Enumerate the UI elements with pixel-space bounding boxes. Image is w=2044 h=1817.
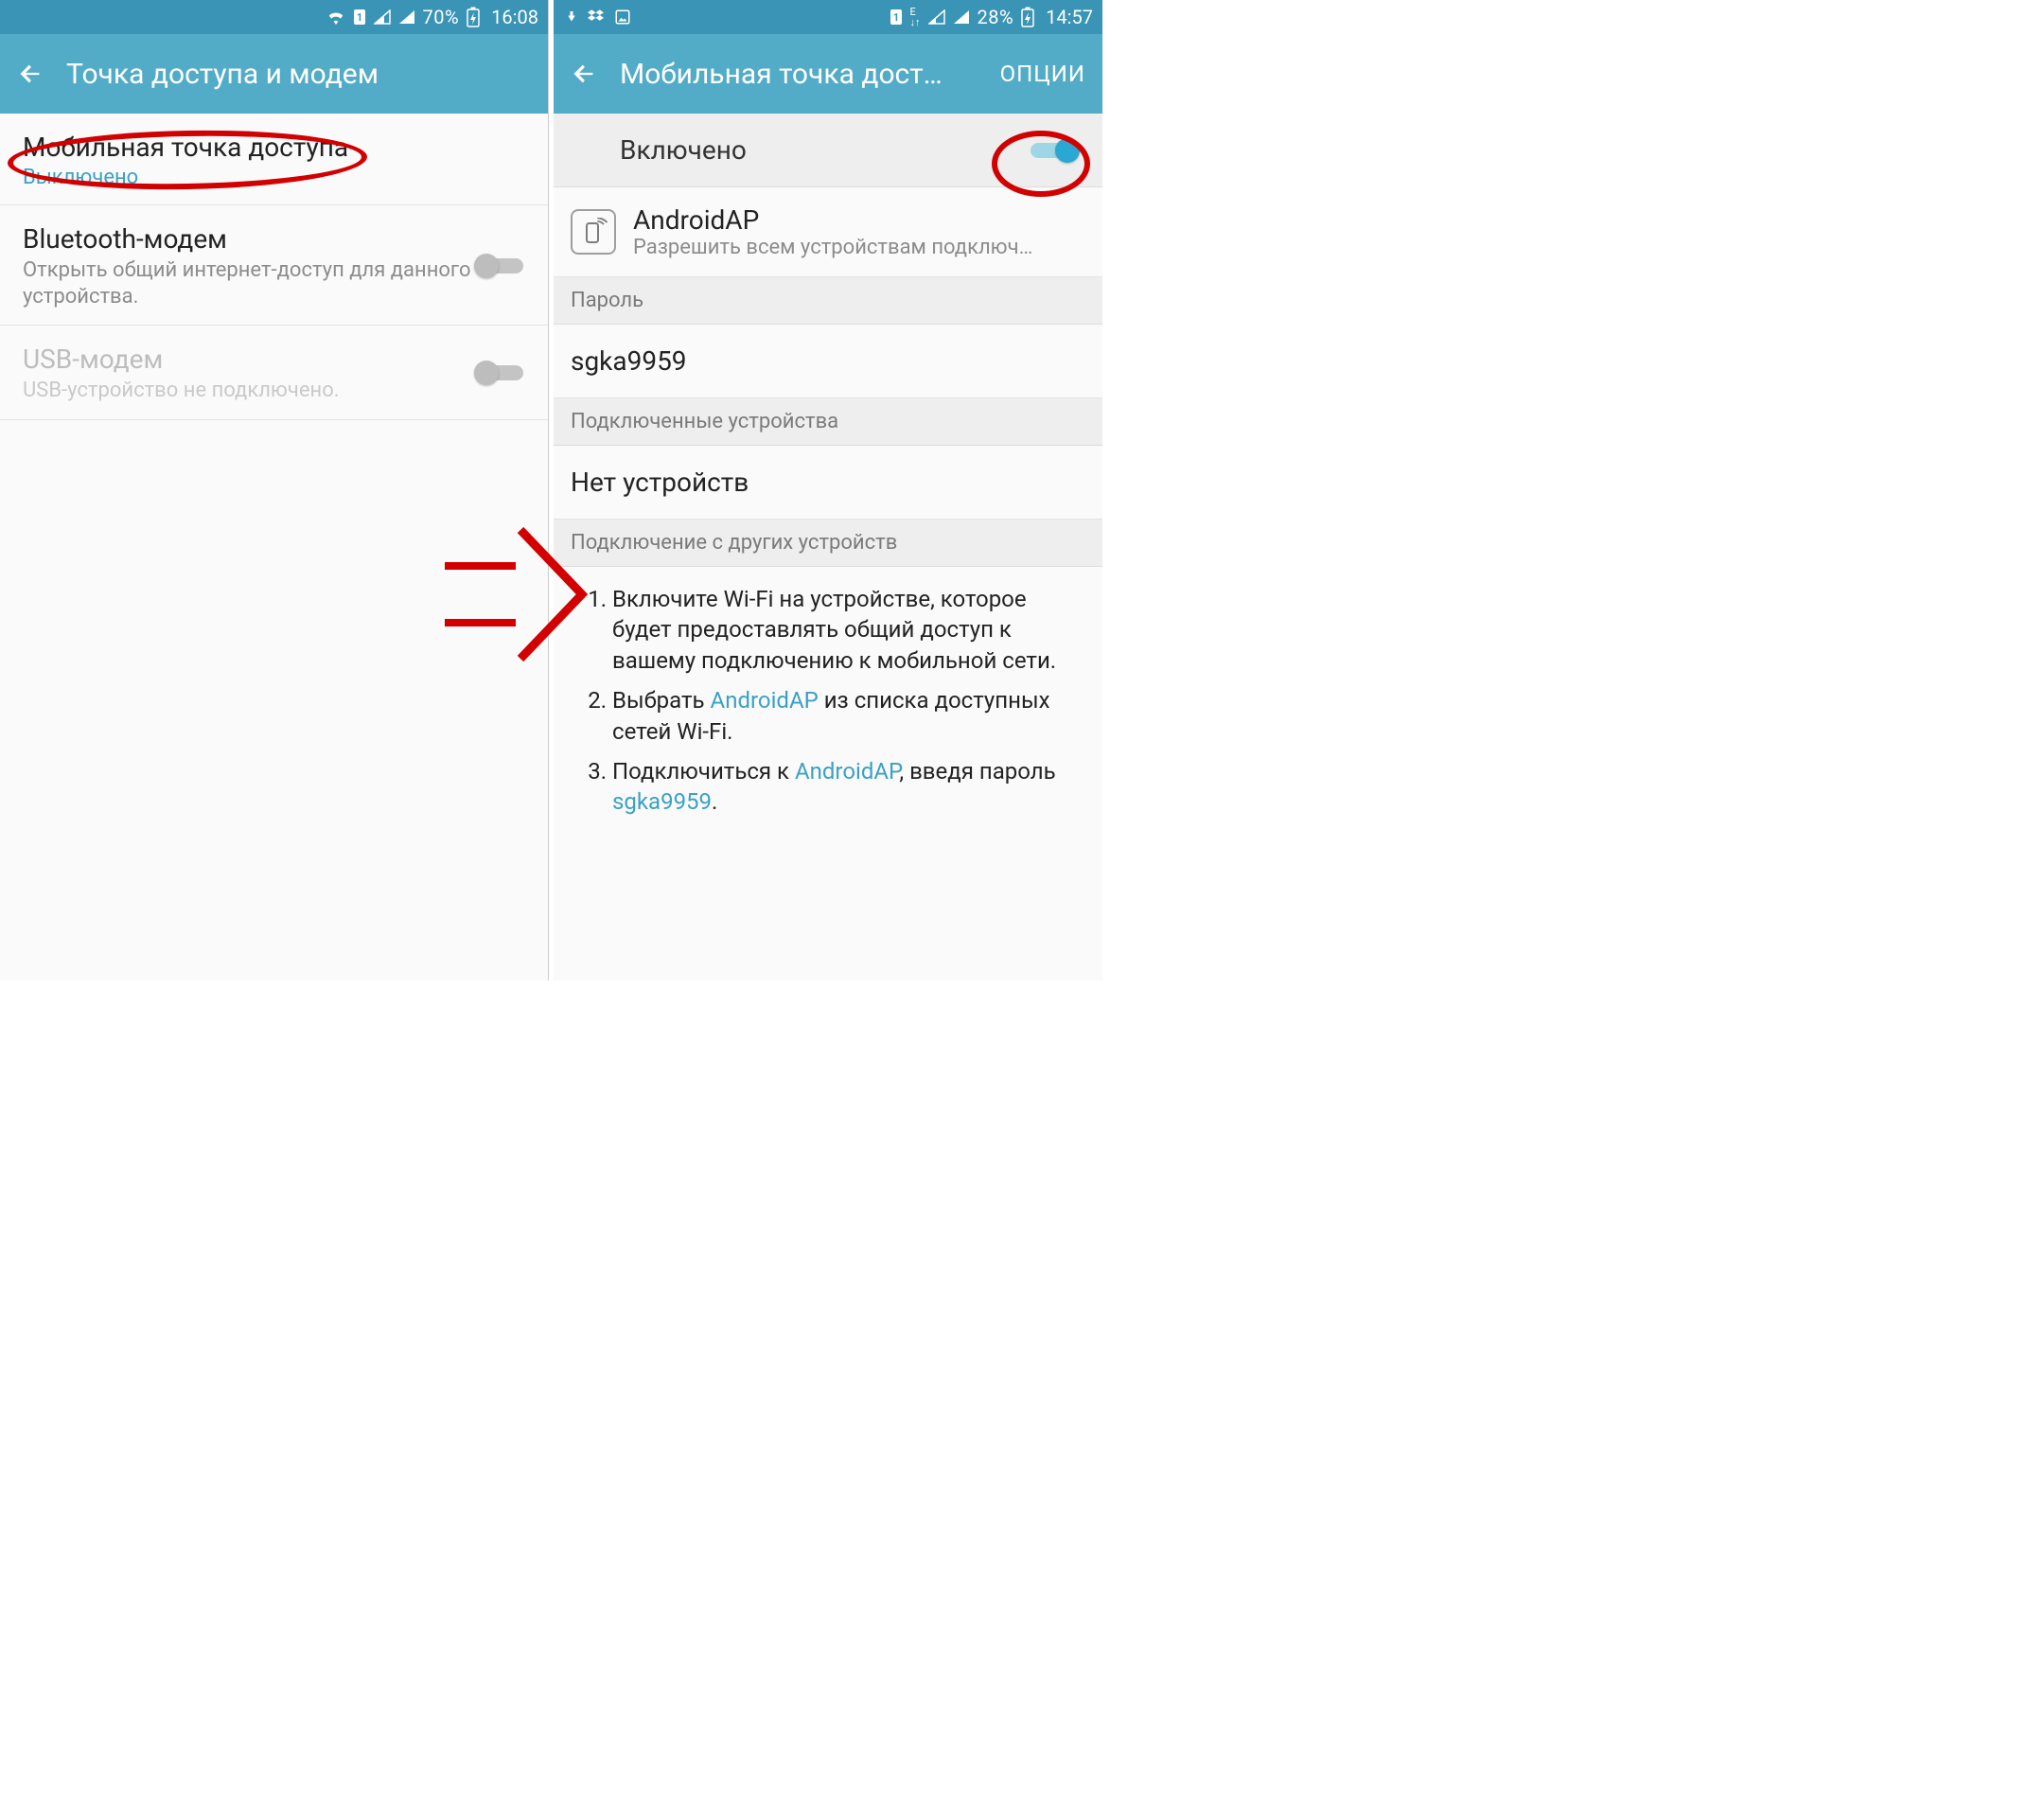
signal2-icon: [398, 9, 415, 25]
item-usb-tether: USB-модем USB-устройство не подключено.: [0, 326, 548, 420]
signal2-icon: [953, 9, 970, 25]
options-action[interactable]: ОПЦИИ: [1000, 61, 1085, 87]
svg-text:1: 1: [356, 11, 361, 24]
wifi-icon: [326, 9, 345, 25]
enable-label: Включено: [576, 134, 1029, 166]
status-bar: 1 E↓↑ 28% 14:57: [554, 0, 1102, 34]
status-bar: 1 70% 16:08: [0, 0, 548, 34]
connection-instructions: Включите Wi-Fi на устройстве, которое бу…: [554, 567, 1102, 848]
ap-description: Разрешить всем устройствам подключ…: [633, 236, 1085, 259]
instruction-text: Подключиться к: [612, 758, 795, 785]
page-title: Мобильная точка дост…: [620, 58, 978, 91]
hotspot-enable-row[interactable]: Включено: [554, 114, 1102, 187]
ap-name-link: AndroidAP: [711, 687, 819, 714]
usb-toggle: [474, 361, 525, 385]
signal-icon: [928, 9, 945, 25]
password-value[interactable]: sgka9959: [554, 325, 1102, 398]
section-connected: Подключенные устройства: [554, 398, 1102, 446]
instruction-text: .: [712, 788, 717, 815]
instruction-text: Включите Wi-Fi на устройстве, которое бу…: [612, 586, 1056, 674]
instruction-step-3: Подключиться к AndroidAP, введя пароль s…: [612, 756, 1082, 818]
battery-percent: 70%: [423, 6, 460, 28]
item-status: Выключено: [23, 166, 525, 189]
hotspot-settings: Включено AndroidAP Разрешить всем устрой…: [554, 114, 1102, 848]
ap-info-row[interactable]: AndroidAP Разрешить всем устройствам под…: [554, 187, 1102, 277]
battery-charging-icon: [467, 7, 480, 27]
back-arrow-icon[interactable]: [571, 61, 597, 87]
bluetooth-toggle[interactable]: [474, 254, 525, 278]
app-bar: Точка доступа и модем: [0, 34, 548, 114]
image-icon: [614, 9, 631, 26]
notification-icon: [563, 9, 580, 26]
sim-icon: 1: [890, 9, 903, 26]
dropbox-icon: [588, 9, 607, 26]
back-arrow-icon[interactable]: [17, 61, 44, 87]
item-mobile-hotspot[interactable]: Мобильная точка доступа Выключено: [0, 114, 548, 205]
app-bar: Мобильная точка дост… ОПЦИИ: [554, 34, 1102, 114]
password-link: sgka9959: [612, 788, 712, 815]
section-password: Пароль: [554, 277, 1102, 325]
item-title: USB-модем: [23, 343, 474, 376]
ap-name: AndroidAP: [633, 204, 1085, 236]
sim-icon: 1: [353, 9, 366, 26]
svg-text:1: 1: [892, 11, 898, 24]
ap-name-link: AndroidAP: [795, 758, 899, 785]
page-title: Точка доступа и модем: [66, 58, 531, 91]
section-howto: Подключение с других устройств: [554, 520, 1102, 567]
phone-screenshot-right: 1 E↓↑ 28% 14:57 Мобильная точка дост… ОП…: [554, 0, 1102, 980]
status-clock: 14:57: [1046, 6, 1093, 28]
instruction-step-1: Включите Wi-Fi на устройстве, которое бу…: [612, 584, 1082, 676]
item-bluetooth-tether[interactable]: Bluetooth-модем Открыть общий интернет-д…: [0, 205, 548, 326]
instruction-text: , введя пароль: [899, 758, 1055, 785]
battery-percent: 28%: [978, 6, 1014, 28]
instruction-step-2: Выбрать AndroidAP из списка доступных се…: [612, 685, 1082, 747]
hotspot-toggle[interactable]: [1029, 138, 1080, 163]
network-type-icon: E↓↑: [910, 7, 921, 27]
item-description: USB-устройство не подключено.: [23, 378, 474, 404]
item-title: Bluetooth-модем: [23, 222, 474, 256]
status-clock: 16:08: [491, 6, 538, 28]
connected-devices-value: Нет устройств: [554, 446, 1102, 520]
hotspot-device-icon: [571, 209, 616, 255]
item-title: Мобильная точка доступа: [23, 131, 525, 164]
instruction-text: Выбрать: [612, 687, 711, 714]
phone-screenshot-left: 1 70% 16:08 Точка доступа и модем Мобиль…: [0, 0, 549, 980]
signal-icon: [374, 9, 391, 25]
battery-charging-icon: [1021, 7, 1034, 27]
item-description: Открыть общий интернет-доступ для данног…: [23, 257, 474, 309]
settings-list: Мобильная точка доступа Выключено Blueto…: [0, 114, 548, 420]
